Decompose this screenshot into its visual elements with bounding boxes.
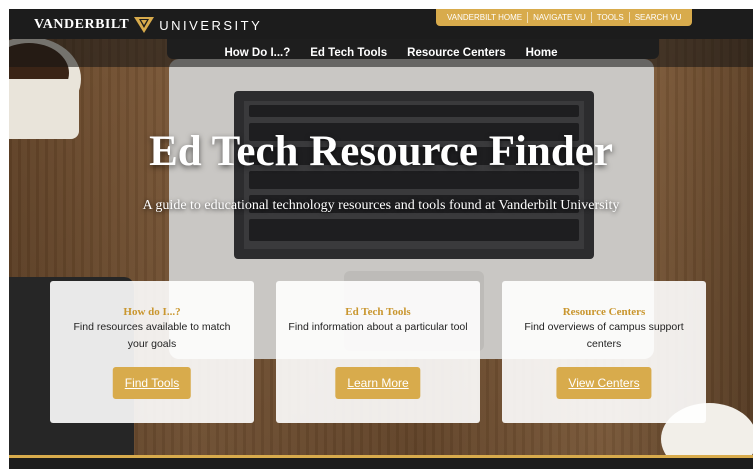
card-title: How do I...? [123, 306, 181, 318]
brand-wordmark-vanderbilt: VANDERBILT [34, 17, 130, 32]
card-title: Ed Tech Tools [345, 306, 411, 318]
nav-link-how-do-i[interactable]: How Do I...? [224, 47, 290, 59]
hero-subtitle: A guide to educational technology resour… [142, 198, 620, 213]
main-nav: How Do I...? Ed Tech Tools Resource Cent… [9, 39, 753, 67]
brand-bar: VANDERBILT UNIVERSITY VANDERBILT HOME NA… [9, 9, 753, 39]
utility-link-vanderbilt-home[interactable]: VANDERBILT HOME [442, 9, 527, 26]
view-centers-button[interactable]: View Centers [556, 367, 652, 399]
hero-title: Ed Tech Resource Finder [149, 128, 613, 175]
card-resource-centers: Resource Centers Find overviews of campu… [502, 281, 706, 423]
browser-viewport: VANDERBILT UNIVERSITY VANDERBILT HOME NA… [9, 9, 753, 469]
footer-strip [9, 455, 753, 469]
learn-more-button[interactable]: Learn More [335, 367, 421, 399]
card-description: Find overviews of campus support centers [524, 321, 684, 350]
utility-link-navigate-vu[interactable]: NAVIGATE VU [528, 9, 591, 26]
vanderbilt-logo-link[interactable]: VANDERBILT UNIVERSITY [34, 16, 262, 34]
utility-link-search-vu[interactable]: SEARCH VU [630, 9, 687, 26]
vanderbilt-logo-icon [134, 17, 155, 33]
utility-nav: VANDERBILT HOME NAVIGATE VU TOOLS SEARCH… [436, 9, 693, 26]
card-ed-tech-tools: Ed Tech Tools Find information about a p… [276, 281, 480, 423]
nav-link-resource-centers[interactable]: Resource Centers [407, 47, 505, 59]
nav-link-ed-tech-tools[interactable]: Ed Tech Tools [310, 47, 387, 59]
card-how-do-i: How do I...? Find resources available to… [50, 281, 254, 423]
brand-wordmark-university: UNIVERSITY [159, 17, 263, 33]
find-tools-button[interactable]: Find Tools [112, 367, 192, 399]
nav-link-home[interactable]: Home [526, 47, 558, 59]
card-description: Find resources available to match your g… [73, 321, 231, 350]
hero-banner: How Do I...? Ed Tech Tools Resource Cent… [9, 39, 753, 455]
card-description: Find information about a particular tool [288, 321, 468, 333]
card-title: Resource Centers [562, 306, 646, 318]
utility-link-tools[interactable]: TOOLS [592, 9, 629, 26]
